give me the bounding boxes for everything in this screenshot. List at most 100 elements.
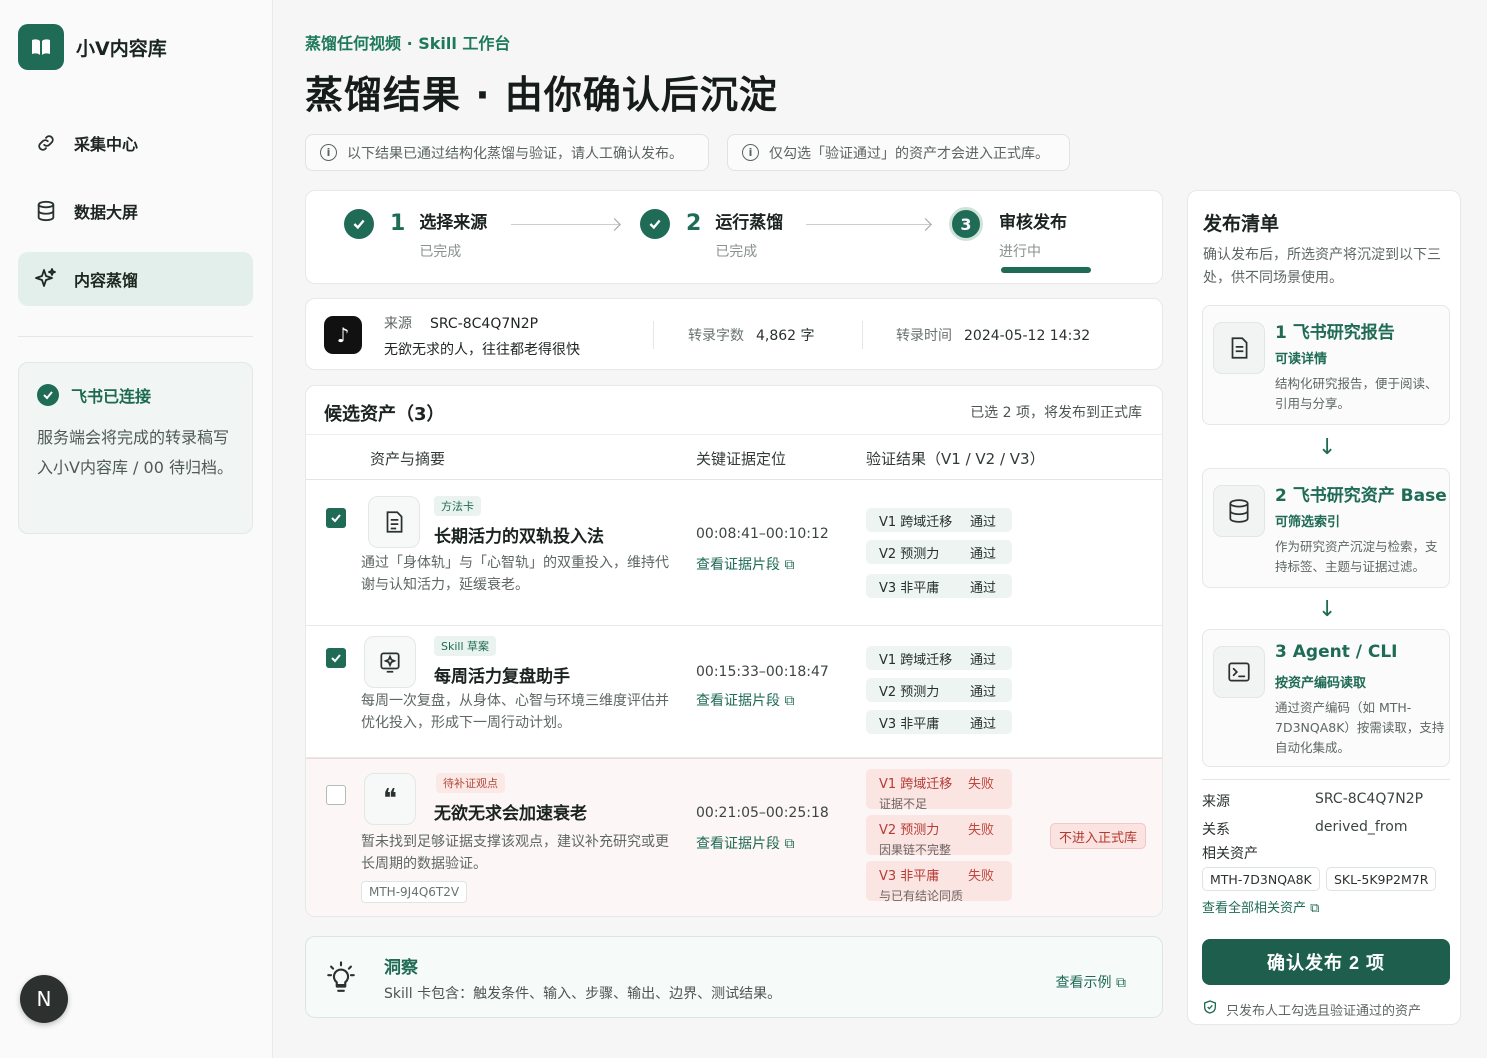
step-review-publish[interactable]: 3 审核发布 进行中: [949, 207, 1067, 261]
meta-source-label: 来源: [1202, 794, 1230, 810]
step-status: 进行中: [999, 244, 1041, 260]
view-all-related-link[interactable]: 查看全部相关资产 ⧉: [1202, 897, 1319, 916]
table-row[interactable]: 方法卡 长期活力的双轨投入法 通过「身体轨」与「心智轨」的双重投入，维持代谢与认…: [306, 480, 1162, 626]
related-asset-chip[interactable]: SKL-5K9P2M7R: [1326, 867, 1437, 891]
tiktok-icon: ♪: [324, 316, 362, 354]
step-run-distill[interactable]: 2 运行蒸馏 已完成: [640, 209, 783, 261]
verify-pill: V2 预测力 通过: [866, 540, 1012, 564]
transcribe-time-value: 2024-05-12 14:32: [964, 328, 1091, 344]
link-icon: [34, 131, 58, 155]
page-title: 蒸馏结果 · 由你确认后沉淀: [305, 73, 778, 117]
related-asset-chip[interactable]: MTH-7D3NQA8K: [1202, 867, 1320, 891]
check-icon: [640, 209, 670, 239]
view-example-link[interactable]: 查看示例 ⧉: [1056, 972, 1126, 992]
notice-publish: i 以下结果已通过结构化蒸馏与验证，请人工确认发布。: [305, 134, 709, 171]
check-icon: [344, 209, 374, 239]
sidebar-item-collect[interactable]: 采集中心: [18, 116, 253, 170]
sidebar-item-label: 数据大屏: [74, 203, 139, 222]
sidebar-item-label: 内容蒸馏: [74, 271, 139, 290]
destination-sub: 按资产编码读取: [1275, 676, 1367, 691]
evidence-link-label: 查看证据片段: [696, 693, 780, 709]
arrow-down-icon: ↓: [1318, 597, 1337, 622]
sparkle-icon: [34, 267, 58, 291]
connect-status: 飞书已连接: [37, 383, 234, 407]
confirm-publish-button[interactable]: 确认发布 2 项: [1202, 939, 1450, 985]
destination-base[interactable]: 2 飞书研究资产 Base 可筛选索引 作为研究资产沉淀与检索，支持标签、主题与…: [1202, 468, 1450, 588]
breadcrumb[interactable]: 蒸馏任何视频 · Skill 工作台: [305, 30, 510, 54]
meta-source-value: SRC-8C4Q7N2P: [1315, 791, 1424, 807]
publish-desc: 确认发布后，所选资产将沉淀到以下三处，供不同场景使用。: [1203, 247, 1441, 286]
asset-tag: 待补证观点: [436, 773, 505, 793]
connect-title: 飞书已连接: [71, 387, 152, 406]
row-checkbox[interactable]: [326, 785, 346, 805]
step-number: 1: [390, 211, 406, 236]
source-title: 无欲无求的人，往往都老得很快: [384, 342, 580, 358]
candidates-title: 候选资产（3）: [324, 404, 445, 425]
meta-relation-value: derived_from: [1315, 819, 1408, 835]
sidebar-item-label: 采集中心: [74, 135, 139, 154]
sidebar-nav: 采集中心 数据大屏 内容蒸馏: [18, 116, 253, 320]
step-status: 已完成: [419, 244, 462, 260]
destination-desc: 作为研究资产沉淀与检索，支持标签、主题与证据过滤。: [1275, 539, 1438, 574]
check-name: V2 预测力: [879, 684, 940, 700]
step-status: 已完成: [715, 244, 758, 260]
brand[interactable]: 小V内容库: [18, 24, 167, 70]
step-dot-current: 3: [949, 207, 983, 241]
shield-check-icon: [1202, 999, 1218, 1019]
destination-agent-cli[interactable]: 3 Agent / CLI 按资产编码读取 通过资产编码（如 MTH-7D3NQ…: [1202, 629, 1450, 767]
step-name: 选择来源: [419, 213, 488, 233]
check-result: 失败: [968, 823, 995, 838]
evidence-link[interactable]: 查看证据片段 ⧉: [696, 833, 794, 853]
document-icon: [368, 496, 420, 548]
evidence-link-label: 查看证据片段: [696, 836, 780, 852]
verify-pill: V1 跨域迁移 通过: [866, 508, 1012, 532]
asset-code: MTH-9J4Q6T2V: [361, 881, 468, 903]
avatar[interactable]: N: [20, 975, 68, 1023]
external-link-icon: ⧉: [1310, 901, 1320, 916]
destination-desc: 通过资产编码（如 MTH-7D3NQA8K）按需读取，支持自动化集成。: [1275, 700, 1445, 755]
check-name: V1 跨域迁移: [879, 777, 953, 792]
arrow-down-icon: ↓: [1318, 435, 1337, 460]
table-header: 资产与摘要 关键证据定位 验证结果（V1 / V2 / V3）: [306, 434, 1162, 480]
evidence-time: 00:08:41–00:10:12: [696, 526, 829, 542]
document-icon: [1213, 322, 1265, 374]
destination-report[interactable]: 1 飞书研究报告 可读详情 结构化研究报告，便于阅读、引用与分享。: [1202, 305, 1450, 425]
column-header: 关键证据定位: [696, 450, 787, 468]
check-result: 通过: [970, 546, 997, 562]
external-link-icon: ⧉: [1116, 975, 1126, 991]
destination-sub: 可读详情: [1275, 352, 1328, 367]
evidence-link[interactable]: 查看证据片段 ⧉: [696, 690, 794, 710]
row-checkbox[interactable]: [326, 508, 346, 528]
source-label: 来源: [384, 316, 412, 332]
verify-pill-failed: V3 非平庸 失败 与已有结论同质: [866, 861, 1012, 903]
check-name: V3 非平庸: [879, 580, 940, 596]
view-example-label: 查看示例: [1055, 975, 1112, 991]
source-info: ♪ 来源 SRC-8C4Q7N2P 无欲无求的人，往往都老得很快 转录字数 4,86…: [305, 298, 1163, 370]
table-row[interactable]: Skill 草案 每周活力复盘助手 每周一次复盘，从身体、心智与环境三维度评估并…: [306, 626, 1162, 758]
row-checkbox[interactable]: [326, 648, 346, 668]
sidebar-item-dashboard[interactable]: 数据大屏: [18, 184, 253, 238]
asset-desc: 通过「身体轨」与「心智轨」的双重投入，维持代谢与认知活力，延缓衰老。: [361, 555, 669, 593]
sidebar-item-distill[interactable]: 内容蒸馏: [18, 252, 253, 306]
asset-desc: 暂未找到足够证据支撑该观点，建议补充研究或更长周期的数据验证。: [361, 834, 669, 872]
asset-tag: Skill 草案: [434, 636, 497, 656]
asset-title: 长期活力的双轨投入法: [434, 527, 604, 547]
footnote-text: 只发布人工勾选且验证通过的资产: [1226, 1003, 1422, 1019]
check-name: V2 预测力: [879, 823, 940, 838]
verify-pill: V3 非平庸 通过: [866, 710, 1012, 734]
feishu-connect-card: 飞书已连接 服务端会将完成的转录稿写入小V内容库 / 00 待归档。: [18, 362, 253, 534]
transcribe-time-label: 转录时间: [896, 328, 952, 344]
verify-pill: V1 跨域迁移 通过: [866, 646, 1012, 670]
info-icon: i: [742, 144, 759, 161]
step-arrow-icon: [806, 224, 930, 225]
step-progress-bar: [1001, 267, 1091, 273]
evidence-link[interactable]: 查看证据片段 ⧉: [696, 554, 794, 574]
table-row[interactable]: ❝ 待补证观点 无欲无求会加速衰老 暂未找到足够证据支撑该观点，建议补充研究或更…: [306, 758, 1162, 916]
verify-pill: V2 预测力 通过: [866, 678, 1012, 702]
terminal-icon: [1213, 646, 1265, 698]
word-count-value: 4,862 字: [756, 328, 815, 344]
divider: [653, 321, 654, 349]
check-result: 通过: [970, 652, 997, 668]
step-select-source[interactable]: 1 选择来源 已完成: [344, 209, 487, 261]
column-header: 验证结果（V1 / V2 / V3）: [866, 450, 1045, 468]
